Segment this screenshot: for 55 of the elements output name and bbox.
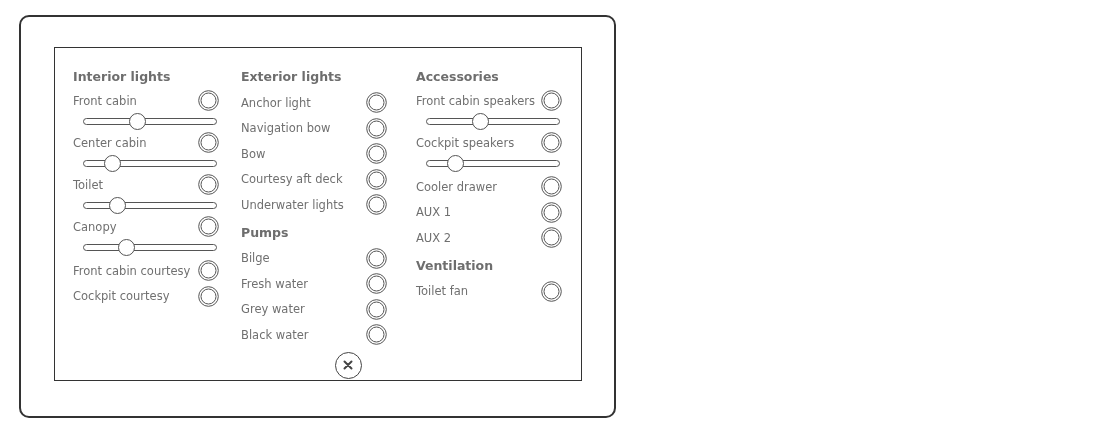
control-label: Toilet fan (416, 284, 469, 299)
slider-thumb[interactable] (471, 113, 489, 130)
toggle-switch[interactable] (366, 143, 387, 165)
control-label: Black water (241, 327, 309, 342)
toggle-switch[interactable] (541, 90, 562, 111)
toggle-switch[interactable] (198, 90, 219, 111)
toggle-switch[interactable] (366, 168, 387, 190)
toggle-switch[interactable] (366, 117, 387, 139)
control-label: Bow (241, 146, 266, 161)
control-label: Courtesy aft deck (241, 172, 343, 187)
section-heading: Interior lights (73, 68, 172, 86)
control-label: Cockpit speakers (416, 135, 515, 150)
slider-thumb[interactable] (128, 113, 146, 130)
control-label: Underwater lights (241, 197, 344, 212)
toggle-switch[interactable] (198, 216, 219, 237)
section-heading: Ventilation (416, 256, 495, 275)
slider-thumb[interactable] (117, 239, 135, 256)
section-heading: Pumps (241, 223, 290, 242)
control-label: Front cabin speakers (416, 93, 535, 108)
slider-thumb[interactable] (104, 155, 122, 172)
control-label: Cockpit courtesy (73, 289, 170, 304)
control-label: Bilge (241, 251, 270, 266)
slider-thumb[interactable] (108, 197, 126, 214)
toggle-switch[interactable] (198, 285, 219, 307)
section-heading: Accessories (416, 68, 500, 86)
toggle-switch[interactable] (366, 324, 387, 346)
control-label: Canopy (73, 219, 117, 234)
toggle-switch[interactable] (198, 132, 219, 153)
control-label: AUX 2 (416, 230, 452, 245)
control-label: Anchor light (241, 95, 311, 110)
toggle-switch[interactable] (366, 247, 387, 269)
control-label: Fresh water (241, 276, 309, 291)
control-label: Grey water (241, 302, 305, 317)
toggle-switch[interactable] (541, 132, 562, 153)
control-label: Front cabin (73, 93, 137, 108)
control-label: Toilet (73, 177, 104, 192)
toggle-switch[interactable] (541, 176, 562, 198)
slider-thumb[interactable] (447, 155, 465, 172)
toggle-switch[interactable] (366, 194, 387, 216)
control-label: Cooler drawer (416, 179, 498, 194)
control-label: Center cabin (73, 135, 147, 150)
control-label: AUX 1 (416, 205, 452, 220)
control-label: Navigation bow (241, 121, 331, 136)
toggle-switch[interactable] (198, 260, 219, 282)
toggle-switch[interactable] (366, 273, 387, 295)
toggle-switch[interactable] (541, 201, 562, 223)
toggle-switch[interactable] (541, 280, 562, 302)
section-heading: Exterior lights (241, 68, 343, 86)
control-label: Front cabin courtesy (73, 263, 191, 278)
toggle-switch[interactable] (541, 227, 562, 249)
close-button[interactable] (334, 351, 362, 379)
toggle-switch[interactable] (366, 298, 387, 320)
toggle-switch[interactable] (198, 174, 219, 195)
toggle-switch[interactable] (366, 92, 387, 114)
close-icon (343, 360, 353, 370)
